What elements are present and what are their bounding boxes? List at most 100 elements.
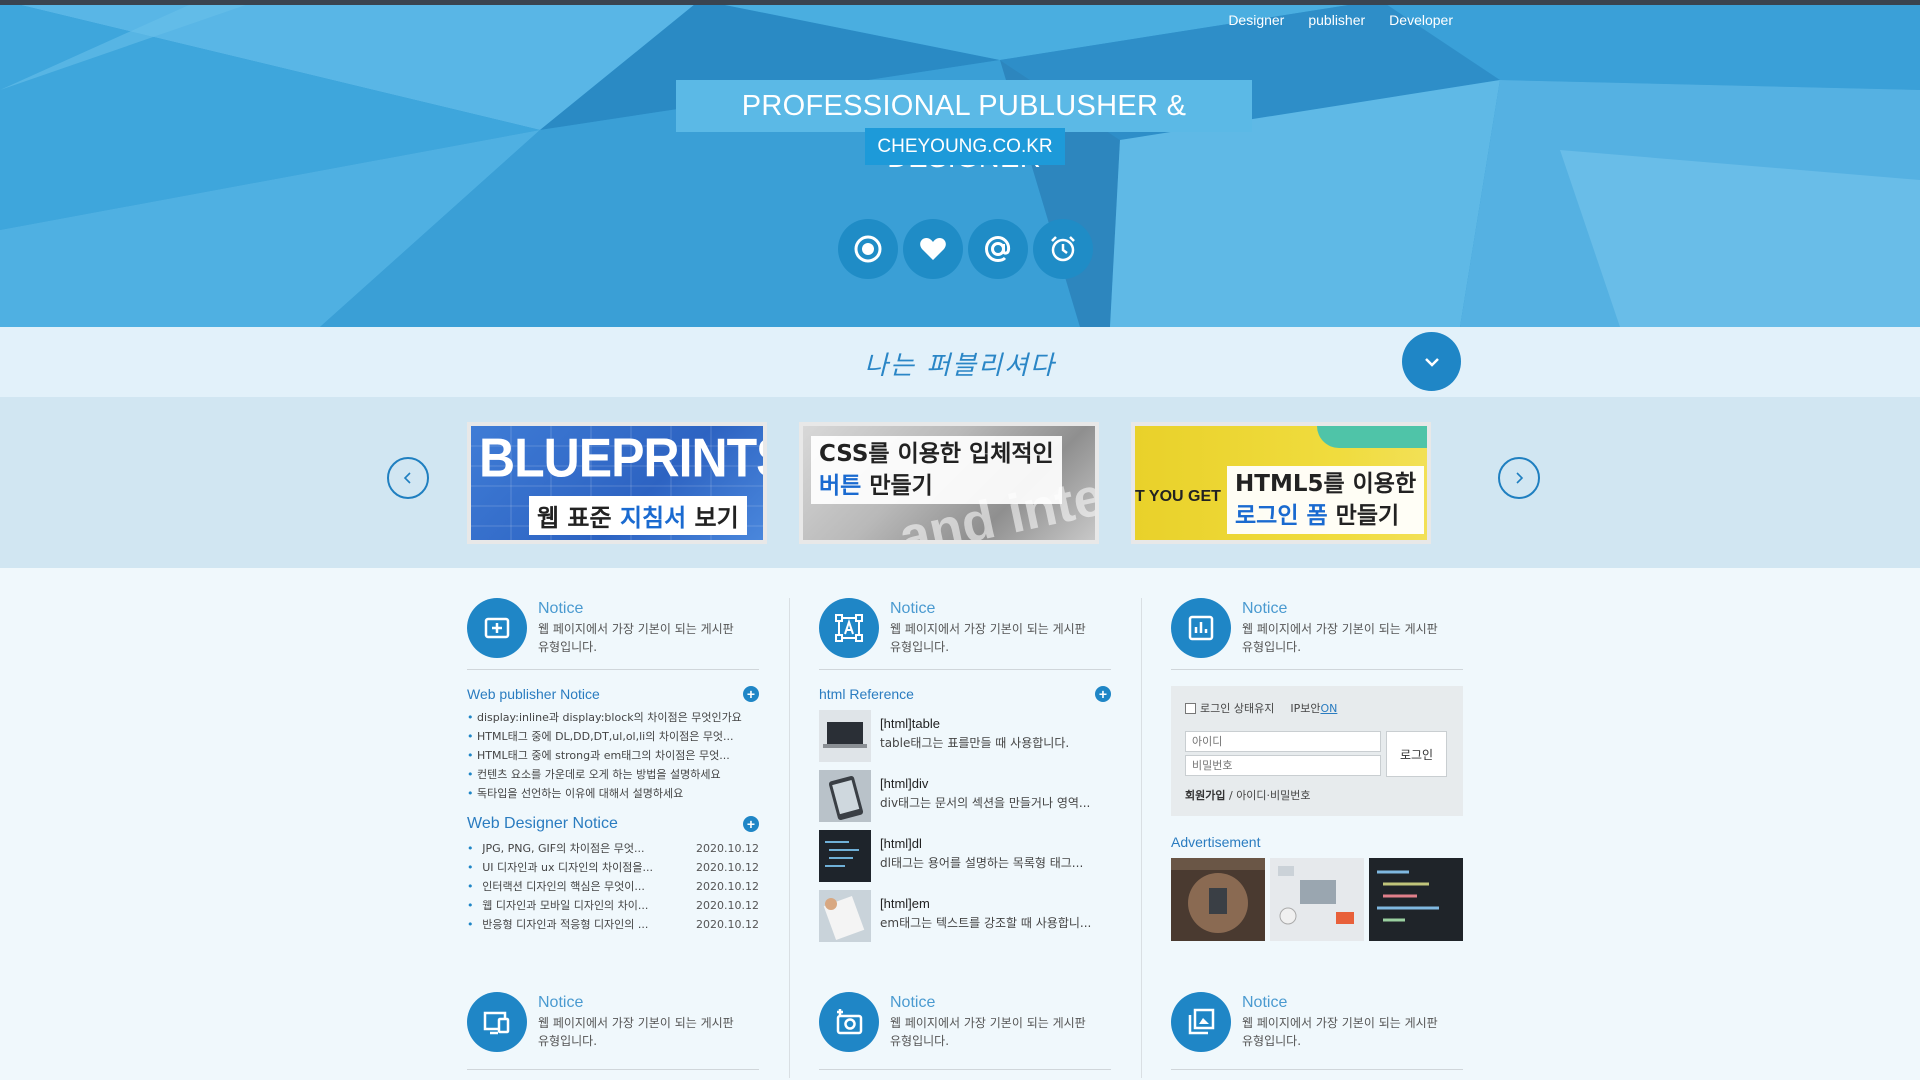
ip-security-toggle[interactable]: ON (1320, 702, 1337, 715)
content-area: Notice 웹 페이지에서 가장 기본이 되는 게시판 유형입니다. Web p… (0, 568, 1920, 1080)
reference-title: [html]table (880, 716, 940, 731)
slide-1-headline: BLUEPRINTS (479, 427, 767, 489)
ad-image-desk[interactable] (1270, 858, 1364, 941)
publisher-notice-list: display:inline과 display:block의 차이점은 무엇인가… (467, 708, 759, 803)
list-item[interactable]: 컨텐츠 요소를 가운데로 오게 하는 방법을 설명하세요 (467, 765, 759, 784)
reference-title: [html]em (880, 896, 930, 911)
section-header: Web Designer Notice + (467, 815, 759, 833)
nav-designer[interactable]: Designer (1228, 12, 1284, 28)
signup-link[interactable]: 회원가입 (1185, 789, 1225, 802)
laptop-thumbnail (819, 710, 871, 762)
password-input[interactable] (1185, 755, 1381, 776)
login-options: 로그인 상태유지 IP보안ON (1185, 700, 1449, 716)
ad-image-fisheye[interactable] (1171, 858, 1265, 941)
login-inputs (1185, 731, 1381, 779)
reference-desc: div태그는 문서의 섹션을 만들거나 영역... (880, 796, 1091, 810)
section-header: Web publisher Notice + (467, 686, 759, 702)
advertisement-title: Advertisement (1171, 834, 1261, 850)
tablet-thumbnail (819, 770, 871, 822)
hero-title: PROFESSIONAL PUBLUSHER & DESIGNER (676, 80, 1252, 174)
heart-icon[interactable] (903, 219, 963, 279)
section-title[interactable]: Web Designer Notice (467, 815, 618, 833)
notice-desc: 웹 페이지에서 가장 기본이 되는 게시판 유형입니다. (1242, 622, 1438, 654)
reference-desc: em태그는 텍스트를 강조할 때 사용합니... (880, 916, 1092, 930)
slider-next-button[interactable] (1498, 457, 1540, 499)
reference-item[interactable]: [html]dl dl태그는 용어를 설명하는 목록형 태그... (819, 830, 1111, 882)
tagline-text: 나는 퍼블리셔다 (864, 351, 1056, 381)
at-icon[interactable] (968, 219, 1028, 279)
alarm-clock-icon[interactable] (1033, 219, 1093, 279)
list-item[interactable]: 독타입을 선언하는 이유에 대해서 설명하세요 (467, 784, 759, 803)
bar-chart-icon[interactable] (1171, 598, 1231, 658)
designer-notice-list: JPG, PNG, GIF의 차이점은 무엇...2020.10.12 UI 디… (467, 839, 759, 934)
nav-developer[interactable]: Developer (1389, 12, 1453, 28)
list-item[interactable]: HTML태그 중에 strong과 em태그의 차이점은 무엇... (467, 746, 759, 765)
notice-header: Notice 웹 페이지에서 가장 기본이 되는 게시판 유형입니다. (1171, 598, 1463, 670)
list-item[interactable]: 인터랙션 디자인의 핵심은 무엇이...2020.10.12 (467, 877, 759, 896)
login-links: 회원가입 / 아이디·비밀번호 (1185, 789, 1311, 802)
chevron-right-icon (1516, 472, 1524, 484)
column-publisher: Notice 웹 페이지에서 가장 기본이 되는 게시판 유형입니다. Web p… (467, 598, 759, 934)
more-plus-icon[interactable]: + (743, 686, 759, 702)
notice-title[interactable]: Notice (1242, 600, 1438, 618)
notice-header: Notice 웹 페이지에서 가장 기본이 되는 게시판 유형입니다. (467, 992, 759, 1070)
find-account-link[interactable]: 아이디·비밀번호 (1236, 789, 1310, 802)
notice-title[interactable]: Notice (538, 994, 734, 1012)
reference-item[interactable]: [html]div div태그는 문서의 섹션을 만들거나 영역... (819, 770, 1111, 822)
reference-desc: table태그는 표를만들 때 사용합니다. (880, 736, 1070, 750)
notice-desc: 웹 페이지에서 가장 기본이 되는 게시판 유형입니다. (1242, 1016, 1438, 1048)
section-title[interactable]: Web publisher Notice (467, 686, 600, 702)
more-plus-icon[interactable]: + (1095, 686, 1111, 702)
list-item[interactable]: HTML태그 중에 DL,DD,DT,ul,ol,li의 차이점은 무엇... (467, 727, 759, 746)
section-title[interactable]: html Reference (819, 686, 914, 702)
notice-desc: 웹 페이지에서 가장 기본이 되는 게시판 유형입니다. (890, 1016, 1086, 1048)
login-button[interactable]: 로그인 (1386, 731, 1447, 777)
scroll-down-button[interactable] (1402, 332, 1461, 391)
notice-title[interactable]: Notice (890, 600, 1086, 618)
list-item[interactable]: 웹 디자인과 모바일 디자인의 차이...2020.10.12 (467, 896, 759, 915)
username-input[interactable] (1185, 731, 1381, 752)
record-icon[interactable] (838, 219, 898, 279)
slide-css-button[interactable]: and inte CSS를 이용한 입체적인 버튼 만들기 (799, 422, 1099, 544)
section-header: html Reference + (819, 686, 1111, 702)
reference-item[interactable]: [html]em em태그는 텍스트를 강조할 때 사용합니... (819, 890, 1111, 942)
chevron-left-icon (403, 472, 411, 484)
ad-image-code[interactable] (1369, 858, 1463, 941)
list-item[interactable]: 반응형 디자인과 적응형 디자인의 ...2020.10.12 (467, 915, 759, 934)
top-bar (0, 0, 1920, 5)
slider-prev-button[interactable] (387, 457, 429, 499)
slide-3-teal-shape (1317, 426, 1427, 448)
notice-header: Notice 웹 페이지에서 가장 기본이 되는 게시판 유형입니다. (819, 598, 1111, 670)
ip-security: IP보안ON (1290, 702, 1338, 715)
list-item[interactable]: display:inline과 display:block의 차이점은 무엇인가… (467, 708, 759, 727)
reference-item[interactable]: [html]table table태그는 표를만들 때 사용합니다. (819, 710, 1111, 762)
slide-3-side-text: T YOU GET (1135, 488, 1221, 505)
slide-html5-login[interactable]: T YOU GET HTML5를 이용한 로그인 폼 만들기 (1131, 422, 1431, 544)
chevron-down-icon (1424, 357, 1439, 367)
code-thumbnail (819, 830, 871, 882)
add-box-icon[interactable] (467, 598, 527, 658)
nav-publisher[interactable]: publisher (1308, 12, 1365, 28)
list-item[interactable]: UI 디자인과 ux 디자인의 차이점을...2020.10.12 (467, 858, 759, 877)
advertisement-gallery (1171, 858, 1463, 941)
banner-slider: BLUEPRINTS 웹 표준 지침서 보기 and inte CSS를 이용한… (0, 397, 1920, 568)
reference-title: [html]div (880, 776, 929, 791)
list-item[interactable]: JPG, PNG, GIF의 차이점은 무엇...2020.10.12 (467, 839, 759, 858)
notice-header: Notice 웹 페이지에서 가장 기본이 되는 게시판 유형입니다. (1171, 992, 1463, 1070)
notice-title[interactable]: Notice (538, 600, 734, 618)
paper-thumbnail (819, 890, 871, 942)
text-frame-icon[interactable] (819, 598, 879, 658)
login-box: 로그인 상태유지 IP보안ON 로그인 회원가입 / 아이디·비밀번호 (1171, 686, 1463, 816)
add-camera-icon[interactable] (819, 992, 879, 1052)
remember-checkbox[interactable] (1185, 702, 1196, 714)
notice-header: Notice 웹 페이지에서 가장 기본이 되는 게시판 유형입니다. (819, 992, 1111, 1070)
devices-icon[interactable] (467, 992, 527, 1052)
bottom-notice: Notice 웹 페이지에서 가장 기본이 되는 게시판 유형입니다. (1171, 992, 1463, 1070)
more-plus-icon[interactable]: + (743, 816, 759, 832)
notice-title[interactable]: Notice (1242, 994, 1438, 1012)
notice-title[interactable]: Notice (890, 994, 1086, 1012)
slide-blueprints[interactable]: BLUEPRINTS 웹 표준 지침서 보기 (467, 422, 767, 544)
reference-title: [html]dl (880, 836, 922, 851)
bottom-notice: Notice 웹 페이지에서 가장 기본이 되는 게시판 유형입니다. (819, 992, 1111, 1070)
photo-library-icon[interactable] (1171, 992, 1231, 1052)
